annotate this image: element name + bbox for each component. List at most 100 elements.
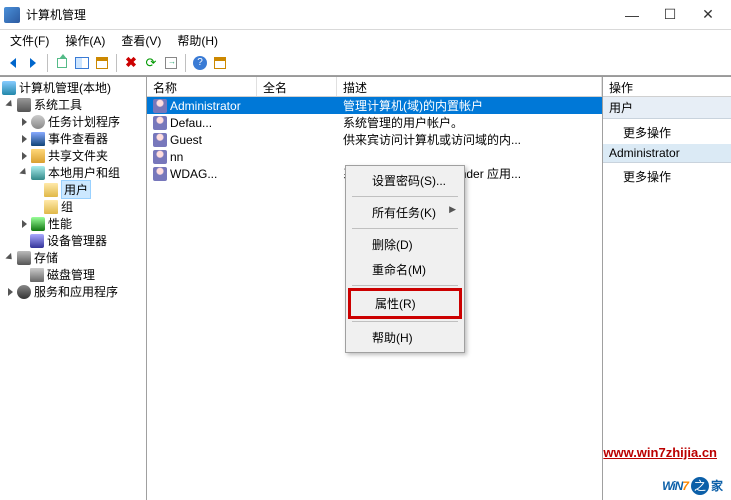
titlebar: 计算机管理 — ☐ ✕	[0, 0, 731, 30]
delete-button[interactable]: ✖	[122, 54, 140, 72]
tree-eventviewer[interactable]: 事件查看器	[0, 130, 146, 147]
menu-properties[interactable]: 属性(R)	[351, 291, 459, 316]
actions-section-users[interactable]: 用户	[603, 97, 731, 119]
expand-icon[interactable]	[4, 286, 16, 298]
toolbar-sep	[185, 54, 186, 72]
cell-name: Defau...	[170, 116, 212, 130]
actions-more-2[interactable]: 更多操作	[603, 165, 731, 188]
user-icon	[153, 150, 167, 164]
perf-icon	[31, 217, 45, 231]
computer-icon	[2, 81, 16, 95]
menu-rename[interactable]: 重命名(M)	[348, 257, 462, 282]
scheduler-icon	[31, 115, 45, 129]
menu-sep	[352, 196, 458, 197]
content-area: 计算机管理(本地) 系统工具 任务计划程序 事件查看器 共享文件夹 本地用户和组…	[0, 76, 731, 500]
list-row[interactable]: nn	[147, 148, 602, 165]
tree-groups[interactable]: 组	[0, 198, 146, 215]
export-icon	[165, 57, 177, 69]
list-header: 名称 全名 描述	[147, 77, 602, 97]
export-button[interactable]	[162, 54, 180, 72]
storage-icon	[17, 251, 31, 265]
list-row[interactable]: Guest 供来宾访问计算机或访问域的内...	[147, 131, 602, 148]
maximize-button[interactable]: ☐	[651, 3, 689, 27]
menu-action[interactable]: 操作(A)	[59, 31, 111, 50]
up-button[interactable]	[53, 54, 71, 72]
help-icon: ?	[193, 56, 207, 70]
user-icon	[153, 167, 167, 181]
list-pane[interactable]: 名称 全名 描述 Administrator 管理计算机(域)的内置帐户 Def…	[147, 77, 603, 500]
properties-icon	[214, 57, 226, 69]
share-icon	[31, 149, 45, 163]
tree-pane[interactable]: 计算机管理(本地) 系统工具 任务计划程序 事件查看器 共享文件夹 本地用户和组…	[0, 77, 147, 500]
tree-performance[interactable]: 性能	[0, 215, 146, 232]
toolbar: ✖ ⟳ ?	[0, 50, 731, 76]
forward-icon	[30, 58, 36, 68]
cell-desc: 系统管理的用户帐户。	[337, 114, 602, 131]
folder-icon	[44, 200, 58, 214]
tree-root[interactable]: 计算机管理(本地)	[0, 79, 146, 96]
showpane-button[interactable]	[73, 54, 91, 72]
user-icon	[153, 116, 167, 130]
menu-setpassword[interactable]: 设置密码(S)...	[348, 168, 462, 193]
toolbar-sep	[116, 54, 117, 72]
tree-sharedfolders[interactable]: 共享文件夹	[0, 147, 146, 164]
actions-section-admin[interactable]: Administrator	[603, 144, 731, 163]
menu-sep	[352, 321, 458, 322]
menu-file[interactable]: 文件(F)	[4, 31, 55, 50]
user-icon	[153, 133, 167, 147]
minimize-button[interactable]: —	[613, 3, 651, 27]
watermark-url: www.win7zhijia.cn	[603, 445, 717, 460]
back-button[interactable]	[4, 54, 22, 72]
menu-delete[interactable]: 删除(D)	[348, 232, 462, 257]
col-desc[interactable]: 描述	[337, 77, 602, 96]
menu-help[interactable]: 帮助(H)	[348, 325, 462, 350]
up-icon	[57, 58, 67, 68]
properties-button[interactable]	[211, 54, 229, 72]
menubar: 文件(F) 操作(A) 查看(V) 帮助(H)	[0, 30, 731, 50]
actions-more-1[interactable]: 更多操作	[603, 121, 731, 144]
watermark-logo: WiN7之家	[662, 470, 723, 496]
folder-icon	[44, 183, 58, 197]
user-icon	[153, 99, 167, 113]
tree-devmgr[interactable]: 设备管理器	[0, 232, 146, 249]
forward-button[interactable]	[24, 54, 42, 72]
context-menu: 设置密码(S)... 所有任务(K) 删除(D) 重命名(M) 属性(R) 帮助…	[345, 165, 465, 353]
app-icon	[4, 7, 20, 23]
close-button[interactable]: ✕	[689, 3, 727, 27]
col-name[interactable]: 名称	[147, 77, 257, 96]
cell-desc: 管理计算机(域)的内置帐户	[337, 97, 602, 114]
refresh-button[interactable]: ⟳	[142, 54, 160, 72]
tree-systools[interactable]: 系统工具	[0, 96, 146, 113]
help-button[interactable]: ?	[191, 54, 209, 72]
list-row[interactable]: Defau... 系统管理的用户帐户。	[147, 114, 602, 131]
tree-storage[interactable]: 存储	[0, 249, 146, 266]
tree-users[interactable]: 用户	[0, 181, 146, 198]
expand-icon[interactable]	[18, 133, 30, 145]
expand-icon[interactable]	[18, 150, 30, 162]
delete-icon: ✖	[125, 54, 137, 71]
expand-icon[interactable]	[4, 99, 16, 111]
expand-icon[interactable]	[4, 252, 16, 264]
options-button[interactable]	[93, 54, 111, 72]
expand-icon[interactable]	[18, 116, 30, 128]
cell-name: nn	[170, 150, 183, 164]
actions-header: 操作	[603, 77, 731, 97]
menu-view[interactable]: 查看(V)	[115, 31, 167, 50]
tree-diskmgmt[interactable]: 磁盘管理	[0, 266, 146, 283]
list-row[interactable]: Administrator 管理计算机(域)的内置帐户	[147, 97, 602, 114]
disk-icon	[30, 268, 44, 282]
tree-services[interactable]: 服务和应用程序	[0, 283, 146, 300]
col-fullname[interactable]: 全名	[257, 77, 337, 96]
cell-name: WDAG...	[170, 167, 217, 181]
expand-icon[interactable]	[18, 218, 30, 230]
cell-name: Administrator	[170, 99, 241, 113]
tree-localusers[interactable]: 本地用户和组	[0, 164, 146, 181]
menu-help[interactable]: 帮助(H)	[171, 31, 224, 50]
tree-scheduler[interactable]: 任务计划程序	[0, 113, 146, 130]
expand-icon[interactable]	[18, 167, 30, 179]
menu-alltasks[interactable]: 所有任务(K)	[348, 200, 462, 225]
refresh-icon: ⟳	[146, 55, 157, 71]
device-icon	[30, 234, 44, 248]
cell-desc: 供来宾访问计算机或访问域的内...	[337, 131, 602, 148]
tools-icon	[17, 98, 31, 112]
